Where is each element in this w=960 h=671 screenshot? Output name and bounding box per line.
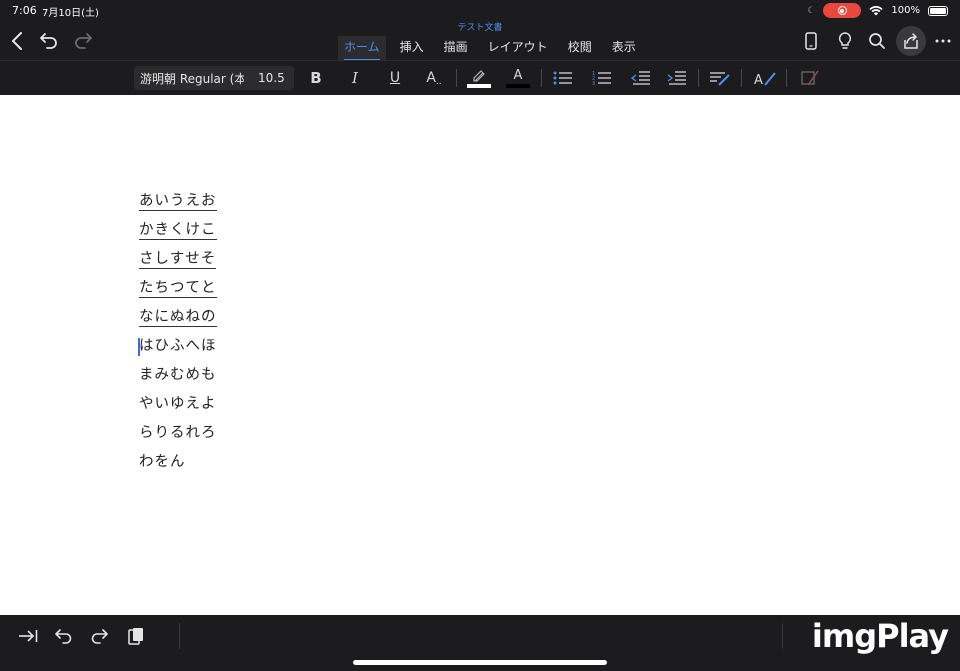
share-icon[interactable] [900, 30, 922, 52]
clear-formatting-icon[interactable] [797, 66, 823, 90]
redo-icon[interactable] [72, 30, 94, 52]
text-line[interactable]: かきくけこ [139, 219, 217, 248]
divider [741, 69, 742, 87]
font-selector[interactable]: 游明朝 Regular (本 10.5 [134, 66, 294, 90]
text-line[interactable]: まみむめも [139, 364, 217, 393]
undo-icon[interactable] [38, 30, 60, 52]
status-indicators: ☾ 100% [807, 3, 948, 18]
moon-icon: ☾ [807, 5, 816, 16]
divider [179, 623, 180, 649]
bullet-list-icon[interactable] [550, 66, 576, 90]
back-icon[interactable] [6, 30, 28, 52]
clipboard-icon[interactable] [124, 624, 148, 648]
tab-home[interactable]: ホーム [338, 36, 386, 61]
highlight-swatch [467, 83, 491, 88]
text-line[interactable]: らりるれろ [139, 422, 217, 451]
italic-button[interactable]: I [342, 66, 368, 90]
shortcut-bar: imgPlay [0, 615, 960, 671]
highlighter-icon [473, 69, 485, 82]
more-options-icon[interactable] [932, 30, 954, 52]
text-effects-button[interactable]: A.. [421, 66, 447, 90]
font-size[interactable]: 10.5 [258, 71, 285, 85]
text-line[interactable]: はひふへほ [138, 335, 217, 364]
search-icon[interactable] [866, 30, 888, 52]
tab-draw[interactable]: 描画 [438, 36, 474, 61]
tab-view[interactable]: 表示 [606, 36, 642, 61]
styles-icon[interactable]: A [752, 66, 778, 90]
watermark: imgPlay [811, 617, 949, 655]
text-line[interactable]: さしすせそ [139, 248, 217, 277]
document-body[interactable]: あいうえお かきくけこ さしすせそ たちつてと なにぬねの はひふへほ まみむめ… [138, 190, 217, 480]
increase-indent-icon[interactable] [664, 66, 690, 90]
font-color-letter: A [513, 67, 523, 83]
tab-review[interactable]: 校閲 [562, 36, 598, 61]
lightbulb-icon[interactable] [834, 30, 856, 52]
divider [786, 69, 787, 87]
svg-text:A: A [754, 73, 763, 86]
tab-insert[interactable]: 挿入 [394, 36, 430, 61]
text-line[interactable]: あいうえお [139, 190, 217, 219]
divider [456, 69, 457, 87]
redo-icon[interactable] [87, 624, 111, 648]
text-effects-label: A [426, 70, 436, 86]
font-name[interactable]: 游明朝 Regular (本 [134, 70, 244, 87]
ribbon-tabs: ホーム 挿入 描画 レイアウト 校閲 表示 [338, 36, 650, 61]
mobile-view-icon[interactable] [800, 30, 822, 52]
numbered-list-icon[interactable]: 123 [589, 66, 615, 90]
font-color-button[interactable]: A [505, 66, 531, 90]
tab-layout[interactable]: レイアウト [482, 36, 554, 61]
divider [782, 623, 783, 649]
svg-text:3: 3 [592, 81, 595, 86]
highlight-button[interactable] [466, 66, 492, 90]
text-line[interactable]: わをん [139, 451, 217, 480]
status-date: 7月10日(土) [42, 8, 99, 19]
text-line[interactable]: やいゆえよ [139, 393, 217, 422]
decrease-indent-icon[interactable] [628, 66, 654, 90]
top-toolbar: 7:06 7月10日(土) テスト文書 ☾ 100% ホーム 挿入 描画 レイア… [0, 0, 960, 61]
battery-percent: 100% [891, 5, 920, 16]
text-caret [138, 338, 140, 356]
divider [541, 69, 542, 87]
undo-icon[interactable] [52, 624, 76, 648]
underline-button[interactable]: U [382, 66, 408, 90]
formatting-ribbon: 游明朝 Regular (本 10.5 B I U A.. A 123 A [0, 60, 960, 95]
screen-recording-indicator[interactable] [823, 3, 862, 18]
home-indicator[interactable] [353, 660, 607, 665]
status-time: 7:06 [12, 4, 37, 17]
wifi-icon [869, 5, 884, 15]
battery-icon [928, 5, 948, 16]
divider [698, 69, 699, 87]
text-line[interactable]: たちつてと [139, 277, 217, 306]
bold-button[interactable]: B [303, 66, 329, 90]
paragraph-styles-icon[interactable] [707, 66, 733, 90]
font-color-swatch [506, 83, 530, 88]
record-icon [837, 6, 847, 15]
document-canvas[interactable]: あいうえお かきくけこ さしすせそ たちつてと なにぬねの はひふへほ まみむめ… [0, 95, 960, 615]
tab-key-icon[interactable] [16, 624, 40, 648]
text-line[interactable]: なにぬねの [139, 306, 217, 335]
